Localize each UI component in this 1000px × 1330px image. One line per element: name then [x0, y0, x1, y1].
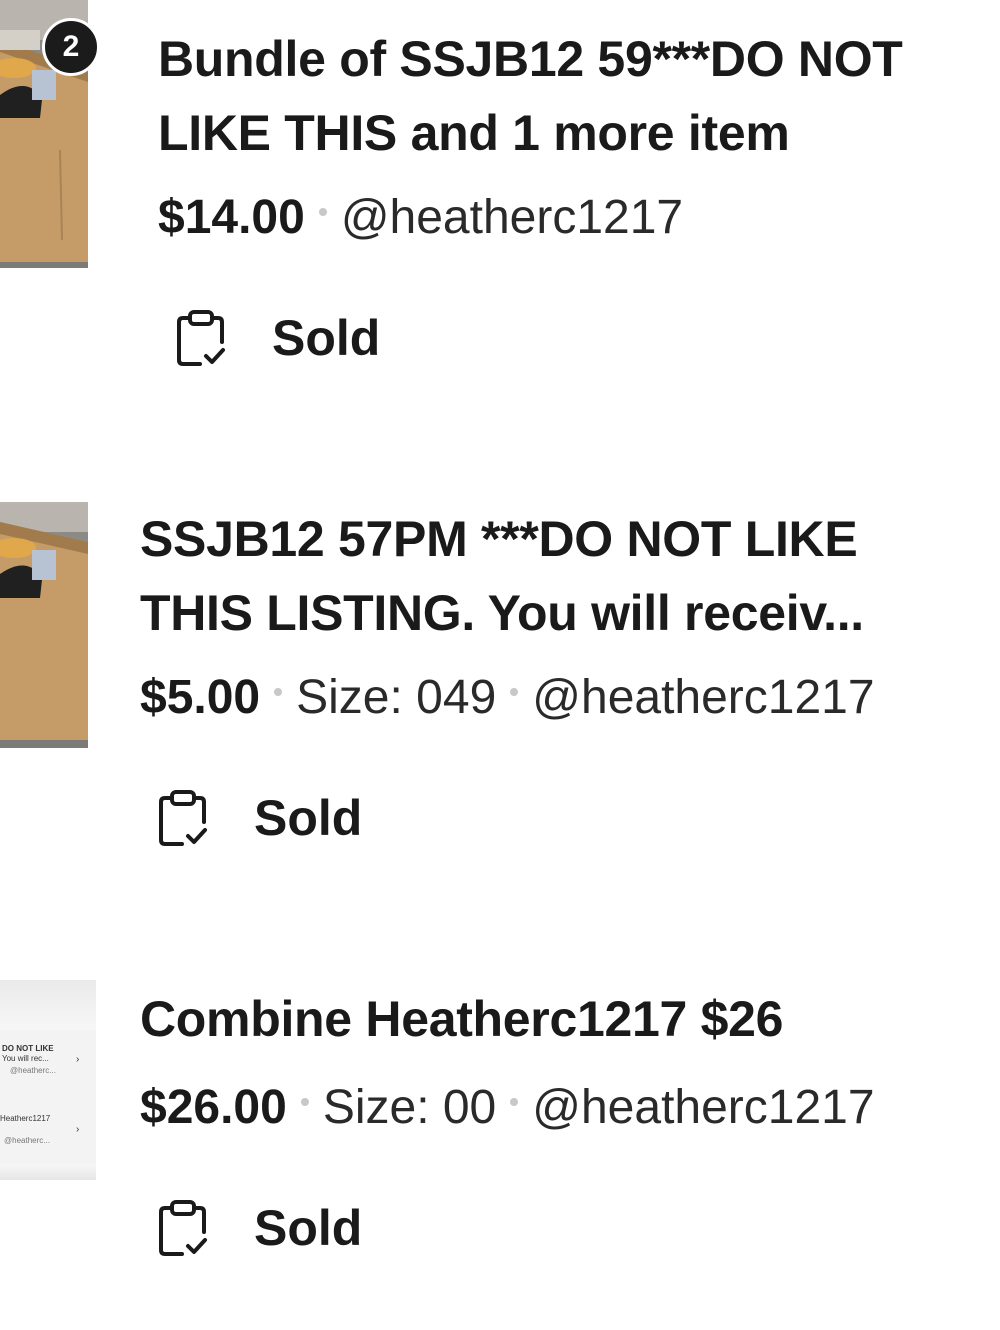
thumbnail-text: Heatherc1217 [0, 1114, 51, 1123]
separator-dot [510, 688, 519, 697]
listing-status: Sold [158, 788, 362, 848]
clipboard-check-icon [158, 1198, 208, 1258]
item-count-badge: 2 [42, 18, 100, 76]
listing-status: Sold [176, 308, 380, 368]
listing-item[interactable]: SSJB12 57PM ***DO NOT LIKE THIS LISTING.… [0, 500, 1000, 900]
listing-title-line: Combine Heatherc1217 $26 [140, 991, 784, 1047]
separator-dot [318, 208, 327, 217]
listing-title[interactable]: Combine Heatherc1217 $26 [140, 982, 783, 1056]
thumbnail-text: DO NOT LIKE [2, 1044, 54, 1053]
listing-meta: $14.00 @heatherc1217 [158, 188, 683, 248]
listing-price: $26.00 [140, 1081, 287, 1134]
seller-handle[interactable]: @heatherc1217 [341, 191, 683, 244]
listing-size: Size: 00 [322, 1081, 497, 1134]
listing-meta: $5.00 Size: 049 @heatherc1217 [140, 668, 875, 728]
listing-thumbnail[interactable] [0, 502, 88, 748]
clipboard-check-icon [158, 788, 208, 848]
listing-title-line: THIS LISTING. You will receiv... [140, 585, 864, 641]
seller-handle[interactable]: @heatherc1217 [532, 671, 874, 724]
status-label: Sold [254, 1200, 363, 1256]
thumbnail-text: @heatherc... [4, 1136, 50, 1145]
listing-price: $5.00 [140, 671, 261, 724]
listing-title-line: LIKE THIS and 1 more item [158, 105, 790, 161]
thumbnail-text: You will rec... [2, 1054, 49, 1063]
listing-size: Size: 049 [296, 671, 497, 724]
chevron-right-icon: › [76, 1124, 80, 1135]
separator-dot [510, 1098, 519, 1107]
listing-title[interactable]: SSJB12 57PM ***DO NOT LIKE THIS LISTING.… [140, 502, 864, 650]
chevron-right-icon: › [76, 1054, 80, 1065]
thumbnail-text: @heatherc... [10, 1066, 56, 1075]
listing-thumbnail[interactable]: DO NOT LIKE You will rec... @heatherc...… [0, 980, 96, 1180]
listing-title-line: Bundle of SSJB12 59***DO NOT [158, 31, 903, 87]
separator-dot [300, 1098, 309, 1107]
listing-title[interactable]: Bundle of SSJB12 59***DO NOT LIKE THIS a… [158, 22, 903, 170]
listing-item[interactable]: DO NOT LIKE You will rec... @heatherc...… [0, 980, 1000, 1320]
status-label: Sold [272, 310, 381, 366]
seller-handle[interactable]: @heatherc1217 [532, 1081, 874, 1134]
listing-meta: $26.00 Size: 00 @heatherc1217 [140, 1078, 875, 1138]
status-label: Sold [254, 790, 363, 846]
listing-item[interactable]: 2 Bundle of SSJB12 59***DO NOT LIKE THIS… [0, 0, 1000, 400]
listing-price: $14.00 [158, 191, 305, 244]
listing-title-line: SSJB12 57PM ***DO NOT LIKE [140, 511, 858, 567]
separator-dot [274, 688, 283, 697]
listing-status: Sold [158, 1198, 362, 1258]
clipboard-check-icon [176, 308, 226, 368]
